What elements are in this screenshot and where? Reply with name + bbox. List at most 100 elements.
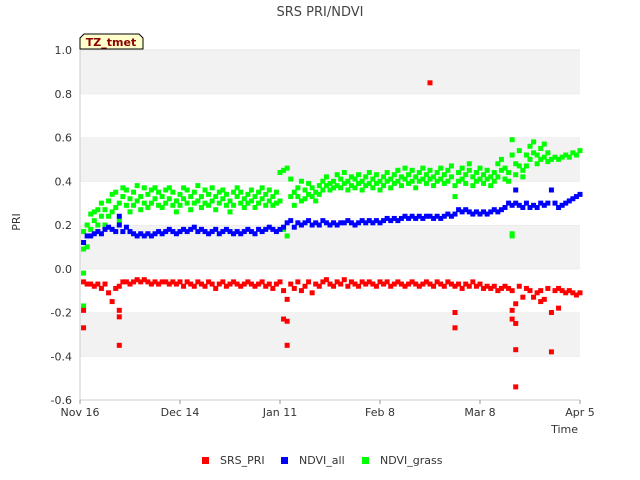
data-point [384, 279, 390, 285]
data-point [498, 156, 504, 162]
data-point [452, 194, 458, 200]
data-point [223, 191, 229, 197]
data-point [177, 191, 183, 197]
data-point [456, 281, 462, 287]
data-point [523, 200, 529, 206]
data-point [527, 156, 533, 162]
data-point [288, 218, 294, 224]
data-point [352, 185, 358, 191]
data-point [306, 279, 312, 285]
legend-swatch [202, 457, 209, 464]
data-point [145, 205, 151, 210]
y-tick-label: 0.4 [55, 175, 73, 188]
data-point [420, 165, 426, 171]
data-point [191, 283, 197, 289]
data-point [302, 187, 308, 193]
data-point [259, 185, 265, 191]
data-point [573, 152, 579, 158]
data-point [227, 198, 233, 204]
data-point [513, 384, 519, 390]
y-tick-label: -0.4 [51, 350, 72, 363]
data-point [123, 187, 129, 193]
data-point [538, 288, 544, 294]
data-point [545, 285, 551, 291]
data-point [256, 200, 262, 206]
data-point [170, 189, 176, 195]
data-point [120, 194, 126, 200]
data-point [513, 187, 519, 193]
data-point [345, 178, 351, 184]
grid-band [80, 93, 580, 138]
data-point [223, 202, 229, 208]
y-tick-label: 0.8 [55, 88, 73, 101]
data-point [241, 205, 247, 210]
data-point [106, 290, 112, 296]
data-point [266, 198, 272, 204]
data-point [377, 187, 383, 193]
data-point [252, 205, 258, 210]
x-axis-title: Time [550, 423, 578, 436]
data-point [352, 176, 358, 182]
data-point [234, 185, 240, 191]
data-point [266, 281, 272, 287]
data-point [313, 198, 319, 204]
data-point [491, 178, 497, 184]
data-point [138, 194, 144, 200]
data-point [509, 307, 515, 313]
data-point [373, 283, 379, 289]
data-point [209, 198, 215, 204]
data-point [420, 176, 426, 182]
data-point [177, 279, 183, 285]
data-point [423, 172, 429, 178]
data-point [245, 191, 251, 197]
data-point [427, 167, 433, 173]
data-point [356, 172, 362, 178]
data-point [523, 163, 529, 169]
data-point [284, 233, 290, 239]
x-tick-label: Jan 11 [262, 406, 297, 419]
data-point [509, 152, 515, 158]
data-point [516, 163, 522, 169]
data-point [316, 191, 322, 197]
data-point [323, 174, 329, 180]
data-point [81, 229, 87, 235]
data-point [345, 187, 351, 193]
data-point [395, 178, 401, 184]
data-point [459, 176, 465, 182]
data-point [402, 176, 408, 182]
data-point [359, 178, 365, 184]
data-point [166, 196, 172, 202]
data-point [520, 294, 526, 300]
legend-label: SRS_PRI [220, 454, 265, 467]
data-point [95, 222, 101, 228]
data-point [334, 172, 340, 178]
data-point [206, 191, 212, 197]
data-point [423, 180, 429, 186]
data-point [395, 167, 401, 173]
chart-title: SRS PRI/NDVI [277, 5, 364, 20]
data-point [456, 170, 462, 175]
data-point [509, 137, 515, 143]
data-point [463, 172, 469, 178]
data-point [95, 207, 101, 213]
data-point [131, 202, 137, 208]
data-point [181, 196, 187, 202]
data-point [220, 196, 226, 202]
data-point [481, 180, 487, 186]
data-point [473, 170, 479, 175]
data-point [452, 183, 458, 189]
data-point [248, 187, 254, 193]
data-point [163, 200, 169, 206]
data-point [470, 183, 476, 189]
legend-swatch [362, 457, 369, 464]
data-point [273, 189, 279, 195]
data-point [81, 303, 87, 309]
data-point [409, 167, 415, 173]
data-point [281, 288, 287, 294]
data-point [231, 189, 237, 195]
grid-band [80, 312, 580, 357]
grid-band [80, 50, 580, 94]
data-point [295, 185, 301, 191]
data-point [209, 185, 215, 191]
y-tick-label: 0.0 [55, 263, 73, 276]
